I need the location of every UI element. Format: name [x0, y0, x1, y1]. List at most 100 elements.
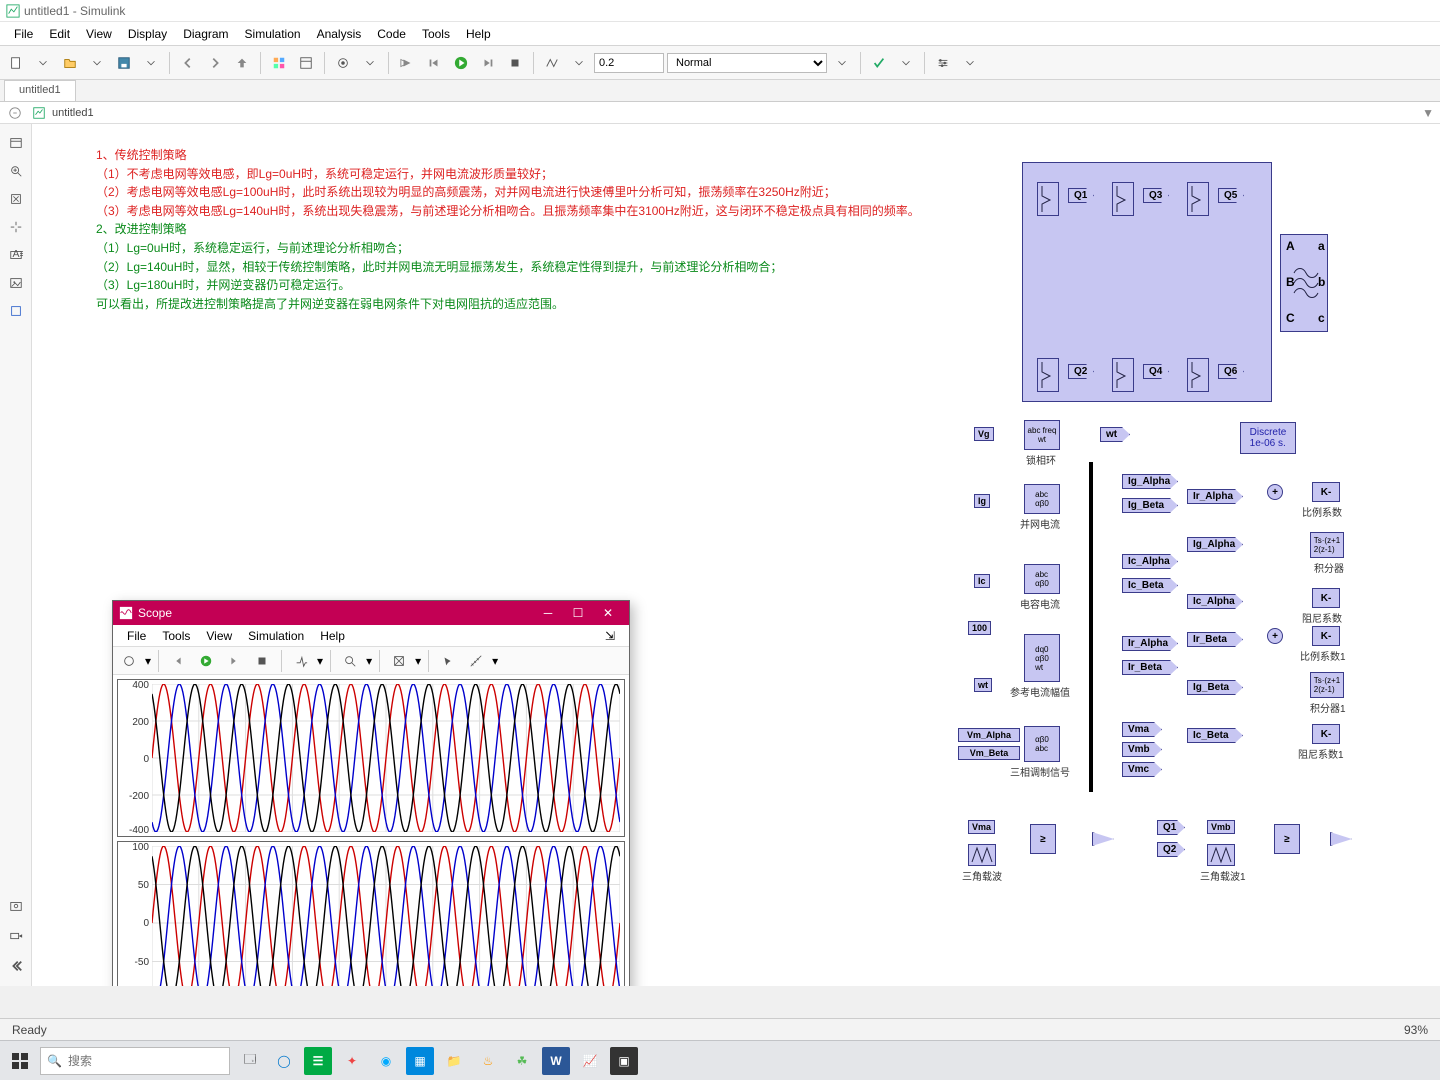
demux-bar[interactable] — [1089, 718, 1093, 784]
fast-restart-button[interactable] — [395, 51, 419, 75]
from-block[interactable]: Vm_Alpha — [958, 728, 1020, 742]
taskbar-icon[interactable]: ☰ — [304, 1047, 332, 1075]
nav-dropdown[interactable]: ▼ — [1422, 106, 1434, 120]
from-block[interactable]: Ir_Beta — [1187, 632, 1243, 647]
hide-panel-icon[interactable] — [5, 132, 27, 154]
constant-block[interactable]: 100 — [968, 621, 991, 635]
start-button[interactable] — [6, 1047, 34, 1075]
scope-cursor-icon[interactable] — [436, 649, 460, 673]
goto-block[interactable]: Vmb — [1122, 742, 1162, 757]
taskbar-icon[interactable]: ✦ — [338, 1047, 366, 1075]
goto-block[interactable]: Ir_Beta — [1122, 660, 1178, 675]
menu-help[interactable]: Help — [458, 25, 499, 43]
scope-trigger-icon[interactable] — [289, 649, 313, 673]
scope-menu-simulation[interactable]: Simulation — [240, 627, 312, 645]
from-block-vma[interactable]: Vma — [968, 820, 995, 834]
record-icon[interactable] — [4, 924, 28, 948]
taskbar-edge-icon[interactable]: ◉ — [372, 1047, 400, 1075]
ab0-abc-block[interactable]: αβ0 abc — [1024, 726, 1060, 762]
scope-titlebar[interactable]: Scope ─ ☐ ✕ — [113, 601, 629, 625]
stop-time-input[interactable] — [594, 53, 664, 73]
checkmark-dropdown[interactable] — [894, 51, 918, 75]
menu-edit[interactable]: Edit — [41, 25, 78, 43]
scope-menu-more-icon[interactable]: ⇲ — [597, 627, 623, 645]
taskbar-icon[interactable]: ♨ — [474, 1047, 502, 1075]
gain-block[interactable]: K- — [1312, 588, 1340, 608]
area-icon[interactable] — [5, 300, 27, 322]
library-button[interactable] — [267, 51, 291, 75]
scope-stepfwd-icon[interactable] — [222, 649, 246, 673]
save-button[interactable] — [112, 51, 136, 75]
goto-block[interactable]: Q1 — [1157, 820, 1185, 835]
abc-ab0-block[interactable]: abc αβ0 — [1024, 564, 1060, 594]
goto-block[interactable]: Ig_Alpha — [1122, 474, 1178, 489]
goto-block[interactable]: Ir_Alpha — [1122, 636, 1178, 651]
taskbar-matlab-icon[interactable]: 📈 — [576, 1047, 604, 1075]
discrete-integrator-block[interactable]: Ts·(z+1 2(z-1) — [1310, 532, 1344, 558]
gain-block[interactable]: K- — [1312, 626, 1340, 646]
axes-1[interactable]: 400 200 0 -200 -400 — [117, 679, 625, 837]
gain-triangle[interactable] — [1092, 832, 1114, 846]
pll-block[interactable]: abc freq wt — [1024, 420, 1060, 450]
three-phase-block[interactable]: AaBbCc — [1280, 234, 1328, 332]
goto-block[interactable]: Ic_Beta — [1122, 578, 1178, 593]
taskbar-icon[interactable]: ☘ — [508, 1047, 536, 1075]
from-block-vg[interactable]: Vg — [974, 427, 994, 441]
from-block-wt[interactable]: wt — [974, 678, 992, 692]
scope-measure-dropdown[interactable]: ▾ — [492, 654, 498, 668]
gain-block[interactable]: K- — [1312, 724, 1340, 744]
scope-config-dropdown[interactable]: ▾ — [145, 654, 151, 668]
scope-config-icon[interactable] — [117, 649, 141, 673]
axes-2[interactable]: 100 50 0 -50 -100 0 0.02 0.04 0.06 0.08 … — [117, 841, 625, 986]
breadcrumb[interactable]: untitled1 — [52, 107, 94, 119]
menu-display[interactable]: Display — [120, 25, 175, 43]
tab-untitled1[interactable]: untitled1 — [4, 80, 76, 101]
igbt-block[interactable] — [1187, 182, 1209, 216]
demux-bar[interactable] — [1089, 462, 1093, 792]
maximize-button[interactable]: ☐ — [563, 601, 593, 625]
scope-autoscale-icon[interactable] — [387, 649, 411, 673]
gain-triangle[interactable] — [1330, 832, 1352, 846]
menu-file[interactable]: File — [6, 25, 41, 43]
new-dropdown[interactable] — [31, 51, 55, 75]
scope-window[interactable]: Scope ─ ☐ ✕ File Tools View Simulation H… — [112, 600, 630, 986]
discrete-integrator-block[interactable]: Ts·(z+1 2(z-1) — [1310, 672, 1344, 698]
goto-block-wt[interactable]: wt — [1100, 427, 1130, 442]
taskbar-search[interactable]: 🔍 — [40, 1047, 230, 1075]
open-button[interactable] — [58, 51, 82, 75]
stop-button[interactable] — [503, 51, 527, 75]
config-dropdown[interactable] — [358, 51, 382, 75]
scope-menu-file[interactable]: File — [119, 627, 154, 645]
checkmark-button[interactable] — [867, 51, 891, 75]
scope-menu-help[interactable]: Help — [312, 627, 353, 645]
taskbar-icon[interactable]: ▣ — [610, 1047, 638, 1075]
close-button[interactable]: ✕ — [593, 601, 623, 625]
scope-measure-icon[interactable] — [464, 649, 488, 673]
fit-selection-icon[interactable] — [5, 216, 27, 238]
powergui-block[interactable]: Discrete 1e-06 s. — [1240, 422, 1296, 454]
back-button[interactable] — [176, 51, 200, 75]
taskbar-icon[interactable]: ◯ — [270, 1047, 298, 1075]
diagram-canvas[interactable]: 1、传统控制策略 （1）不考虑电网等效电感，即Lg=0uH时，系统可稳定运行，并… — [32, 124, 1440, 986]
scope-zoom-icon[interactable] — [338, 649, 362, 673]
igbt-block[interactable] — [1112, 182, 1134, 216]
relational-block[interactable]: ≥ — [1274, 824, 1300, 854]
annotation-icon[interactable]: A≡ — [5, 244, 27, 266]
from-block-vmb[interactable]: Vmb — [1207, 820, 1235, 834]
scope-menu-view[interactable]: View — [198, 627, 240, 645]
sum-block[interactable]: + — [1267, 484, 1283, 500]
step-back-button[interactable] — [422, 51, 446, 75]
open-dropdown[interactable] — [85, 51, 109, 75]
forward-button[interactable] — [203, 51, 227, 75]
screenshot-icon[interactable] — [4, 894, 28, 918]
from-block[interactable]: Ic_Alpha — [1187, 594, 1243, 609]
scope-zoom-dropdown[interactable]: ▾ — [366, 654, 372, 668]
fit-icon[interactable] — [5, 188, 27, 210]
gain-block[interactable]: K- — [1312, 482, 1340, 502]
menu-tools[interactable]: Tools — [414, 25, 458, 43]
taskbar-icon[interactable]: ▦ — [406, 1047, 434, 1075]
taskbar-icon[interactable]: 🗔 — [236, 1047, 264, 1075]
goto-block[interactable]: Ic_Alpha — [1122, 554, 1178, 569]
relational-block[interactable]: ≥ — [1030, 824, 1056, 854]
menu-diagram[interactable]: Diagram — [175, 25, 236, 43]
